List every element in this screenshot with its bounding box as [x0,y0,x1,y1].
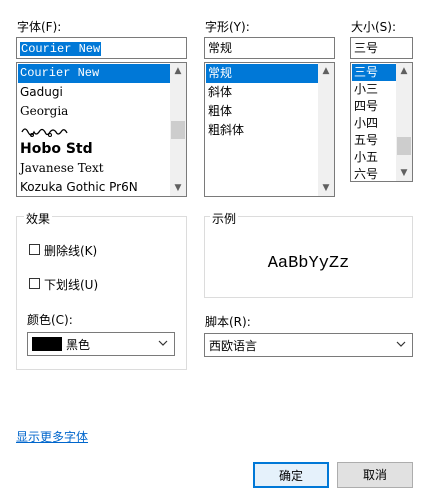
ok-button[interactable]: 确定 [253,462,329,488]
strikeout-label[interactable]: 删除线(K) [44,242,97,259]
size-list-item[interactable]: 四号 [352,98,378,115]
size-list-item[interactable]: 小四 [352,115,378,132]
underline-checkbox[interactable] [29,278,40,289]
color-label: 颜色(C): [27,313,73,327]
font-list-item-hobo-std[interactable]: Hobo Std [18,140,93,159]
font-name-input[interactable]: Courier New [16,37,187,59]
scroll-up-icon[interactable]: ▲ [396,63,412,79]
size-list[interactable]: 三号 小三 四号 小四 五号 小五 六号 ▲ ▼ [350,62,413,182]
style-list-item-regular[interactable]: 常规 [206,64,318,83]
style-list-item-italic[interactable]: 斜体 [206,83,232,102]
chevron-down-icon [396,337,406,354]
scroll-up-icon[interactable]: ▲ [170,63,186,79]
font-list[interactable]: Courier New Gadugi Georgia Hobo Std Java… [16,62,187,197]
font-list-item-courier-new[interactable]: Courier New [18,64,170,83]
size-value: 三号 [354,41,379,55]
style-label: 字形(Y): [205,20,250,34]
chevron-down-icon [158,336,168,353]
effects-group-title: 效果 [24,210,53,227]
script-select[interactable]: 西欧语言 [204,333,413,357]
size-list-item[interactable]: 小三 [352,81,378,98]
font-list-item-script-sample[interactable] [18,121,80,140]
show-more-fonts-link[interactable]: 显示更多字体 [16,428,88,445]
size-list-scrollbar[interactable]: ▲ ▼ [396,63,412,181]
font-list-item-kozuka-gothic[interactable]: Kozuka Gothic Pr6N [18,178,138,196]
style-list-item-bold[interactable]: 粗体 [206,102,232,121]
style-list-scrollbar[interactable]: ▲ ▼ [318,63,334,196]
font-list-scrollbar[interactable]: ▲ ▼ [170,63,186,196]
size-list-item[interactable]: 六号 [352,166,378,181]
scroll-down-icon[interactable]: ▼ [318,180,334,196]
size-label: 大小(S): [351,20,397,34]
font-list-item-gadugi[interactable]: Gadugi [18,83,63,102]
scroll-down-icon[interactable]: ▼ [170,180,186,196]
color-select[interactable]: 黑色 [27,332,175,356]
sample-text: AaBbYyZz [267,254,350,273]
font-list-scroll-thumb[interactable] [171,121,185,139]
style-list[interactable]: 常规 斜体 粗体 粗斜体 ▲ ▼ [204,62,335,197]
script-label: 脚本(R): [205,315,251,329]
font-list-item-georgia[interactable]: Georgia [18,102,68,121]
size-list-item[interactable]: 小五 [352,149,378,166]
font-list-item-javanese-text[interactable]: Javanese Text [18,159,104,178]
style-input[interactable]: 常规 [204,37,335,59]
font-name-value: Courier New [20,42,102,56]
style-value: 常规 [208,41,233,55]
size-list-scroll-thumb[interactable] [397,137,411,155]
cancel-button[interactable]: 取消 [337,462,413,488]
size-input[interactable]: 三号 [350,37,413,59]
color-swatch [32,337,62,351]
underline-label[interactable]: 下划线(U) [44,276,98,293]
scroll-up-icon[interactable]: ▲ [318,63,334,79]
script-value: 西欧语言 [209,339,258,353]
sample-group-title: 示例 [210,210,239,227]
color-value: 黑色 [66,338,91,352]
font-label: 字体(F): [17,20,62,34]
size-list-item[interactable]: 五号 [352,132,378,149]
size-list-item[interactable]: 三号 [352,64,396,81]
strikeout-checkbox[interactable] [29,244,40,255]
scroll-down-icon[interactable]: ▼ [396,165,412,181]
style-list-item-bold-italic[interactable]: 粗斜体 [206,121,244,140]
sinhala-glyphs-icon [21,128,68,137]
